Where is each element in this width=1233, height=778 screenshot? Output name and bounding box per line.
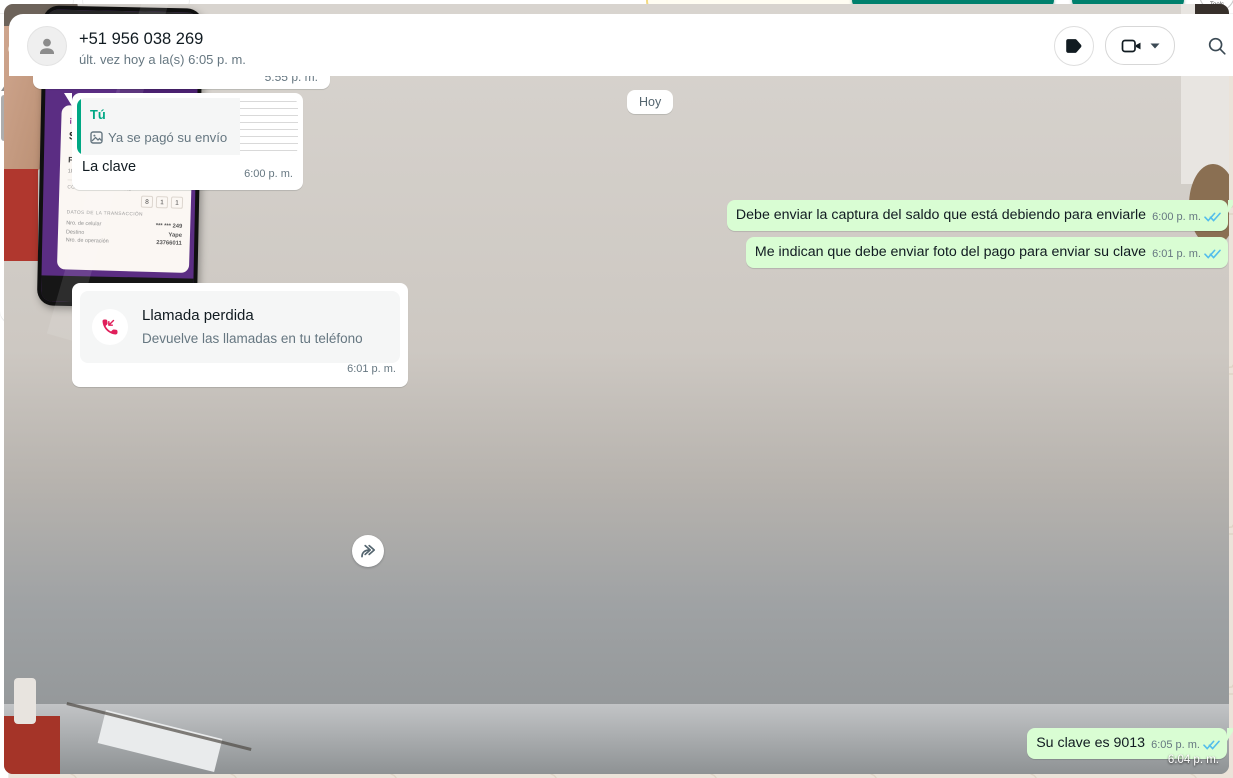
photo-decor [14, 678, 36, 724]
receipt-row-value: *** *** 249 [156, 223, 183, 230]
message-text: Me indican que debe enviar foto del pago… [755, 243, 1146, 262]
message-time: 6:04 p. m. [1168, 754, 1219, 766]
code-digit: 1 [171, 196, 183, 208]
contact-avatar[interactable] [27, 26, 67, 66]
search-button[interactable] [1205, 34, 1229, 58]
message-text: Su clave es 9013 [1036, 734, 1145, 753]
outgoing-message-bubble: Debe enviar la captura del saldo que est… [727, 200, 1228, 231]
receipt-row-value: Yape [168, 232, 182, 238]
video-camera-icon [1121, 36, 1142, 56]
missed-call-subtitle: Devuelve las llamadas en tu teléfono [142, 329, 363, 348]
label-icon [1063, 35, 1085, 57]
forward-arrow-icon [359, 543, 377, 559]
chat-header[interactable]: +51 956 038 269 últ. vez hoy a la(s) 6:0… [9, 14, 1233, 76]
message-time: 6:01 p. m. [1152, 245, 1201, 264]
missed-call-icon [100, 317, 120, 337]
double-check-icon [1203, 740, 1220, 751]
photo-decor [4, 169, 38, 261]
image-icon [90, 131, 103, 144]
receipt-row-value: 23766011 [156, 240, 182, 247]
missed-call-title: Llamada perdida [142, 306, 363, 325]
missed-call-bubble: Llamada perdida Devuelve las llamadas en… [72, 283, 408, 387]
message-text: Debe enviar la captura del saldo que est… [736, 206, 1146, 225]
photo-decor [4, 716, 60, 774]
missed-call-box[interactable]: Llamada perdida Devuelve las llamadas en… [80, 291, 400, 363]
label-button[interactable] [1054, 26, 1094, 66]
quote-thumbnail [240, 98, 298, 155]
code-digit: 1 [156, 196, 168, 208]
code-digit: 8 [141, 196, 153, 208]
double-check-icon [1204, 249, 1221, 260]
quoted-message[interactable]: Tú Ya se pagó su envío [77, 98, 298, 155]
missed-call-icon-circle [92, 309, 128, 345]
quote-text: Ya se pagó su envío [108, 128, 227, 147]
chevron-down-icon [1150, 43, 1160, 49]
message-time: 6:01 p. m. [347, 360, 396, 379]
double-check-icon [1204, 212, 1221, 223]
message-text: La clave [82, 158, 136, 177]
message-time: 6:00 p. m. [1152, 208, 1201, 227]
message-time: 6:00 p. m. [244, 165, 293, 184]
contact-name[interactable]: +51 956 038 269 [79, 30, 203, 49]
search-icon [1206, 35, 1228, 57]
contact-last-seen: últ. vez hoy a la(s) 6:05 p. m. [79, 52, 246, 67]
incoming-message-bubble: Tú Ya se pagó su envío La clave 6:00 p. … [72, 93, 303, 190]
person-icon [35, 34, 59, 58]
outgoing-message-bubble: Me indican que debe enviar foto del pago… [746, 237, 1228, 268]
quote-author: Tú [90, 105, 234, 124]
date-divider: Hoy [627, 90, 673, 114]
forward-button[interactable] [352, 535, 384, 567]
video-call-button[interactable] [1105, 26, 1175, 65]
message-time: 6:05 p. m. [1151, 736, 1200, 755]
